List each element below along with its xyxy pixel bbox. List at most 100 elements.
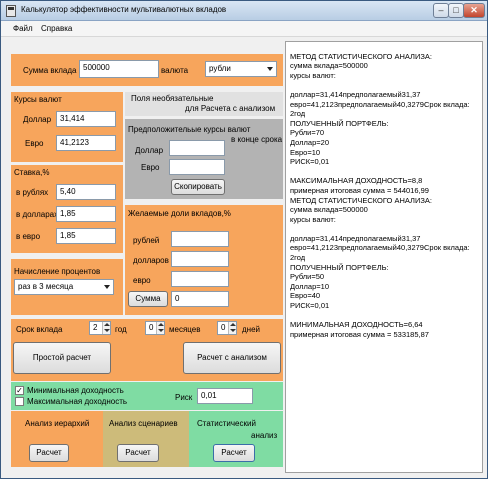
term-months-label: месяцев [169, 325, 201, 334]
title-bar: Калькулятор эффективности мультивалютных… [1, 1, 487, 21]
min-yield-checkbox[interactable]: ✓ [15, 386, 24, 395]
options-panel: ✓ Минимальная доходность Максимальная до… [11, 382, 283, 410]
simple-calc-button[interactable]: Простой расчет [13, 342, 111, 374]
stake-rub-input[interactable]: 5,40 [56, 184, 116, 200]
term-days-label: дней [242, 325, 261, 334]
rates-title: Курсы валют [14, 95, 62, 104]
actions-panel: Простой расчет Расчет с анализом [11, 339, 283, 381]
currency-select[interactable]: рубли [205, 61, 277, 77]
rate-euro-input[interactable]: 41,2123 [56, 135, 116, 151]
shares-rub-label: рублей [133, 236, 160, 245]
stake-eur-input[interactable]: 1,85 [56, 228, 116, 244]
menu-file[interactable]: Файл [13, 24, 33, 33]
deposit-panel: Сумма вклада 500000 валюта рубли [11, 54, 283, 86]
currency-label: валюта [161, 66, 189, 75]
output-line: доллар=31,414предполагаемый31,37 [290, 89, 421, 99]
copy-button[interactable]: Скопировать [171, 179, 225, 195]
spinner-arrows-icon[interactable] [102, 322, 110, 334]
sum-button[interactable]: Сумма [128, 291, 168, 307]
max-yield-checkbox[interactable] [15, 397, 24, 406]
output-line: Рубли=50 [290, 272, 325, 282]
output-line: Доллар=20 [290, 137, 329, 147]
minimize-button[interactable]: – [433, 3, 449, 18]
shares-eur-label: евро [133, 276, 151, 285]
deposit-amount-input[interactable]: 500000 [79, 60, 159, 78]
output-line: МИНИМАЛЬНАЯ ДОХОДНОСТЬ=6,64 [290, 320, 423, 330]
output-line: ПОЛУЧЕННЫЙ ПОРТФЕЛЬ: [290, 118, 389, 128]
analysis-calc-button[interactable]: Расчет с анализом [183, 342, 281, 374]
output-line: сумма вклада=500000 [290, 61, 368, 71]
expected-title-1: Предположительые курсы валют [128, 125, 251, 134]
term-days-value: 0 [221, 323, 226, 332]
statistical-title-2: анализ [251, 431, 278, 440]
maximize-button[interactable]: □ [448, 3, 464, 18]
risk-label: Риск [175, 393, 193, 402]
term-panel: Срок вклада 2 год 0 месяцев 0 дней [11, 319, 283, 339]
results-output[interactable]: МЕТОД СТАТИСТИЧЕСКОГО АНАЛИЗА: сумма вкла… [285, 41, 483, 473]
output-line: курсы валют: [290, 214, 336, 224]
term-months-spinner[interactable]: 0 [145, 321, 165, 335]
statistical-title-1: Статистический [197, 419, 256, 428]
sum-value-field: 0 [171, 291, 229, 307]
shares-usd-input[interactable] [171, 251, 229, 267]
stake-usd-input[interactable]: 1,85 [56, 206, 116, 222]
output-line: Рубли=70 [290, 128, 325, 138]
rates-panel: Курсы валют Доллар 31,414 Евро 41,2123 [11, 92, 123, 162]
stake-title: Ставка,% [14, 168, 50, 177]
rate-dollar-input[interactable]: 31,414 [56, 111, 116, 127]
output-line: РИСК=0,01 [290, 301, 330, 311]
output-line: Евро=40 [290, 291, 321, 301]
expected-dollar-label: Доллар [135, 146, 164, 155]
statistical-calc-button[interactable]: Расчет [213, 444, 255, 462]
menu-help[interactable]: Справка [41, 24, 72, 33]
output-line: МЕТОД СТАТИСТИЧЕСКОГО АНАЛИЗА: [290, 51, 432, 61]
currency-select-value: рубли [209, 64, 231, 73]
optional-title-1: Поля необязательные [131, 94, 214, 103]
shares-title: Желаемые доли вкладов,% [128, 209, 231, 218]
output-line: МАКСИМАЛЬНАЯ ДОХОДНОСТЬ=8,8 [290, 176, 423, 186]
output-line: сумма вклада=500000 [290, 205, 368, 215]
shares-rub-input[interactable] [171, 231, 229, 247]
output-line: евро=41,2123предполагаемый40,3279Срок вк… [290, 243, 470, 253]
risk-input[interactable]: 0,01 [197, 388, 253, 404]
close-button[interactable]: ✕ [463, 3, 485, 18]
term-years-spinner[interactable]: 2 [89, 321, 111, 335]
output-line: МЕТОД СТАТИСТИЧЕСКОГО АНАЛИЗА: [290, 195, 432, 205]
spinner-arrows-icon[interactable] [228, 322, 236, 334]
output-line: доллар=31,414предполагаемый31,37 [290, 233, 421, 243]
chevron-down-icon [267, 67, 273, 71]
rate-dollar-label: Доллар [23, 115, 52, 124]
scenario-panel: Анализ сценариев Расчет [103, 411, 189, 467]
deposit-label: Сумма вклада [23, 66, 77, 75]
term-years-label: год [115, 325, 127, 334]
output-line: курсы валют: [290, 70, 336, 80]
shares-eur-input[interactable] [171, 271, 229, 287]
stake-rub-label: в рублях [16, 188, 49, 197]
window-title: Калькулятор эффективности мультивалютных… [21, 5, 227, 14]
scenario-title: Анализ сценариев [109, 419, 178, 428]
expected-euro-input[interactable] [169, 159, 225, 175]
spinner-arrows-icon[interactable] [156, 322, 164, 334]
term-days-spinner[interactable]: 0 [217, 321, 237, 335]
output-line: евро=41,2123предполагаемый40,3279Срок вк… [290, 99, 470, 109]
hierarchy-title: Анализ иерархий [25, 419, 90, 428]
hierarchy-calc-button[interactable]: Расчет [29, 444, 69, 462]
scenario-calc-button[interactable]: Расчет [117, 444, 159, 462]
term-months-value: 0 [149, 323, 154, 332]
app-window: Калькулятор эффективности мультивалютных… [0, 0, 488, 479]
shares-usd-label: долларов [133, 256, 169, 265]
rate-euro-label: Евро [25, 139, 44, 148]
output-line: 2год [290, 253, 306, 263]
statistical-panel: Статистический анализ Расчет [189, 411, 283, 467]
hierarchy-panel: Анализ иерархий Расчет [11, 411, 103, 467]
term-years-value: 2 [93, 323, 98, 332]
expected-dollar-input[interactable] [169, 140, 225, 156]
chevron-down-icon [104, 285, 110, 289]
interest-select[interactable]: раз в 3 месяца [14, 279, 114, 295]
optional-header: Поля необязательные для Расчета с анализ… [125, 92, 283, 116]
expected-title-2: в конце срока [231, 135, 283, 144]
